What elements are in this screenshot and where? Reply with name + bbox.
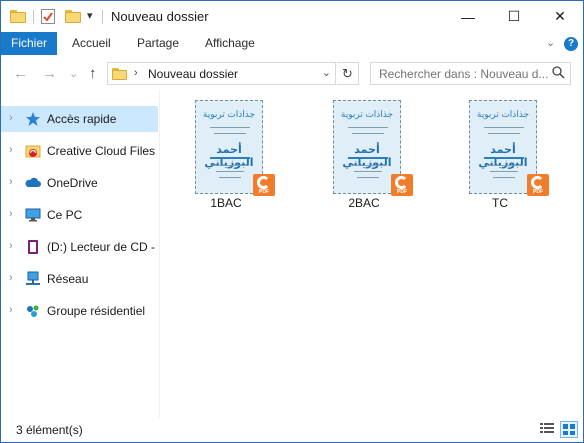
- large-icons-view-button[interactable]: [560, 421, 578, 438]
- expand-arrow-icon[interactable]: ›: [9, 176, 13, 188]
- thumbnail-title: جذاذات تربوية: [340, 109, 394, 119]
- search-box[interactable]: [370, 62, 571, 85]
- folder-icon[interactable]: [10, 9, 26, 23]
- maximize-button[interactable]: ☐: [491, 1, 537, 32]
- sidebar-item-onedrive[interactable]: › OneDrive: [1, 170, 158, 196]
- sidebar-item-label: OneDrive: [47, 176, 98, 190]
- breadcrumb-separator-icon[interactable]: ›: [134, 67, 138, 79]
- pdf-badge-label: PDF: [533, 189, 543, 195]
- folder-icon: [112, 67, 127, 80]
- address-bar[interactable]: › Nouveau dossier ⌄: [107, 62, 336, 85]
- status-bar: 3 élément(s): [1, 418, 583, 442]
- expand-arrow-icon[interactable]: ›: [9, 112, 13, 124]
- expand-ribbon-icon[interactable]: ⌄: [546, 36, 555, 49]
- title-bar: ▾ Nouveau dossier — ☐ ✕: [1, 1, 583, 32]
- sidebar-item-cd-drive[interactable]: › (D:) Lecteur de CD - M: [1, 234, 158, 260]
- breadcrumb-current-folder[interactable]: Nouveau dossier: [148, 67, 238, 81]
- creative-cloud-icon: [25, 145, 41, 158]
- ribbon-tabs: Fichier Accueil Partage Affichage ⌄ ?: [1, 32, 583, 55]
- tab-affichage[interactable]: Affichage: [205, 32, 255, 55]
- thumbnail-title: جذاذات تربوية: [202, 109, 256, 119]
- cloud-icon: [25, 177, 41, 187]
- explorer-window: ▾ Nouveau dossier — ☐ ✕ Fichier Accueil …: [0, 0, 584, 443]
- forward-button[interactable]: →: [42, 65, 57, 82]
- tab-partage[interactable]: Partage: [137, 32, 179, 55]
- address-row: ← → ⌄ ↑ › Nouveau dossier ⌄ ↻: [1, 56, 583, 90]
- large-icons-view-icon: [563, 424, 575, 435]
- pdf-badge-label: PDF: [397, 189, 407, 195]
- details-view-icon: [540, 423, 554, 433]
- computer-icon: [25, 208, 41, 222]
- properties-icon[interactable]: [41, 9, 55, 24]
- homegroup-icon: [27, 305, 39, 317]
- dropdown-symbol: ▾: [87, 10, 93, 22]
- sidebar-item-label: Ce PC: [47, 208, 83, 222]
- expand-arrow-icon[interactable]: ›: [9, 144, 13, 156]
- search-icon: [552, 66, 565, 79]
- pdf-file-icon: PDF: [391, 174, 413, 196]
- quick-access-dropdown-icon[interactable]: ▾: [87, 9, 97, 25]
- sidebar-item-label: Groupe résidentiel: [47, 304, 146, 318]
- back-button[interactable]: ←: [13, 65, 28, 82]
- help-icon[interactable]: ?: [564, 37, 578, 51]
- expand-arrow-icon[interactable]: ›: [9, 208, 13, 220]
- address-dropdown-icon[interactable]: ⌄: [322, 66, 331, 79]
- sidebar-item-label: Creative Cloud Files: [47, 144, 156, 158]
- pdf-badge-label: PDF: [259, 189, 269, 195]
- pane-divider[interactable]: [159, 90, 160, 418]
- sidebar-item-ce-pc[interactable]: › Ce PC: [1, 202, 158, 228]
- search-input[interactable]: [371, 63, 551, 84]
- window-title: Nouveau dossier: [111, 9, 209, 24]
- file-item-1bac[interactable]: جذاذات تربوية أحمد البوزياني PDF 1BAC: [180, 98, 275, 214]
- expand-arrow-icon[interactable]: ›: [9, 272, 13, 284]
- toolbar-divider: [102, 10, 103, 24]
- details-view-button[interactable]: [539, 421, 557, 438]
- toolbar-divider: [33, 10, 34, 24]
- expand-arrow-icon[interactable]: ›: [9, 240, 13, 252]
- sidebar-item-acces-rapide[interactable]: › Accès rapide: [1, 106, 158, 132]
- sidebar-item-label: Accès rapide: [47, 112, 117, 126]
- new-folder-icon[interactable]: [65, 9, 81, 23]
- close-icon: ✕: [554, 8, 566, 24]
- recent-locations-button[interactable]: ⌄: [69, 67, 78, 80]
- pdf-file-icon: PDF: [527, 174, 549, 196]
- file-name[interactable]: TC: [454, 196, 546, 210]
- thumbnail-title: جذاذات تربوية: [476, 109, 530, 119]
- tab-fichier[interactable]: Fichier: [1, 32, 57, 55]
- file-name[interactable]: 2BAC: [318, 196, 410, 210]
- sidebar-item-label: Réseau: [47, 272, 89, 286]
- sidebar-item-creative-cloud-files[interactable]: › Creative Cloud Files: [1, 138, 158, 164]
- network-icon: [26, 271, 40, 285]
- file-view: جذاذات تربوية أحمد البوزياني PDF 1BAC جذ…: [161, 90, 583, 418]
- minimize-icon: —: [461, 8, 475, 25]
- expand-arrow-icon[interactable]: ›: [9, 304, 13, 316]
- file-item-2bac[interactable]: جذاذات تربوية أحمد البوزياني PDF 2BAC: [318, 98, 413, 214]
- pdf-file-icon: PDF: [253, 174, 275, 196]
- maximize-icon: ☐: [507, 8, 521, 24]
- navigation-pane: › Accès rapide › Creative Cloud Files › …: [1, 90, 158, 418]
- star-icon: [26, 112, 40, 126]
- up-button[interactable]: ↑: [89, 65, 97, 82]
- minimize-button[interactable]: —: [445, 1, 491, 32]
- item-count: 3 élément(s): [16, 423, 83, 437]
- close-button[interactable]: ✕: [537, 1, 583, 32]
- sidebar-item-label: (D:) Lecteur de CD - M: [47, 240, 158, 254]
- sidebar-item-reseau[interactable]: › Réseau: [1, 266, 158, 292]
- file-name[interactable]: 1BAC: [180, 196, 272, 210]
- refresh-button[interactable]: ↻: [337, 62, 359, 85]
- tab-accueil[interactable]: Accueil: [72, 32, 111, 55]
- cd-drive-icon: [28, 240, 38, 254]
- sidebar-item-groupe-residentiel[interactable]: › Groupe résidentiel: [1, 298, 158, 324]
- file-item-tc[interactable]: جذاذات تربوية أحمد البوزياني PDF TC: [454, 98, 549, 214]
